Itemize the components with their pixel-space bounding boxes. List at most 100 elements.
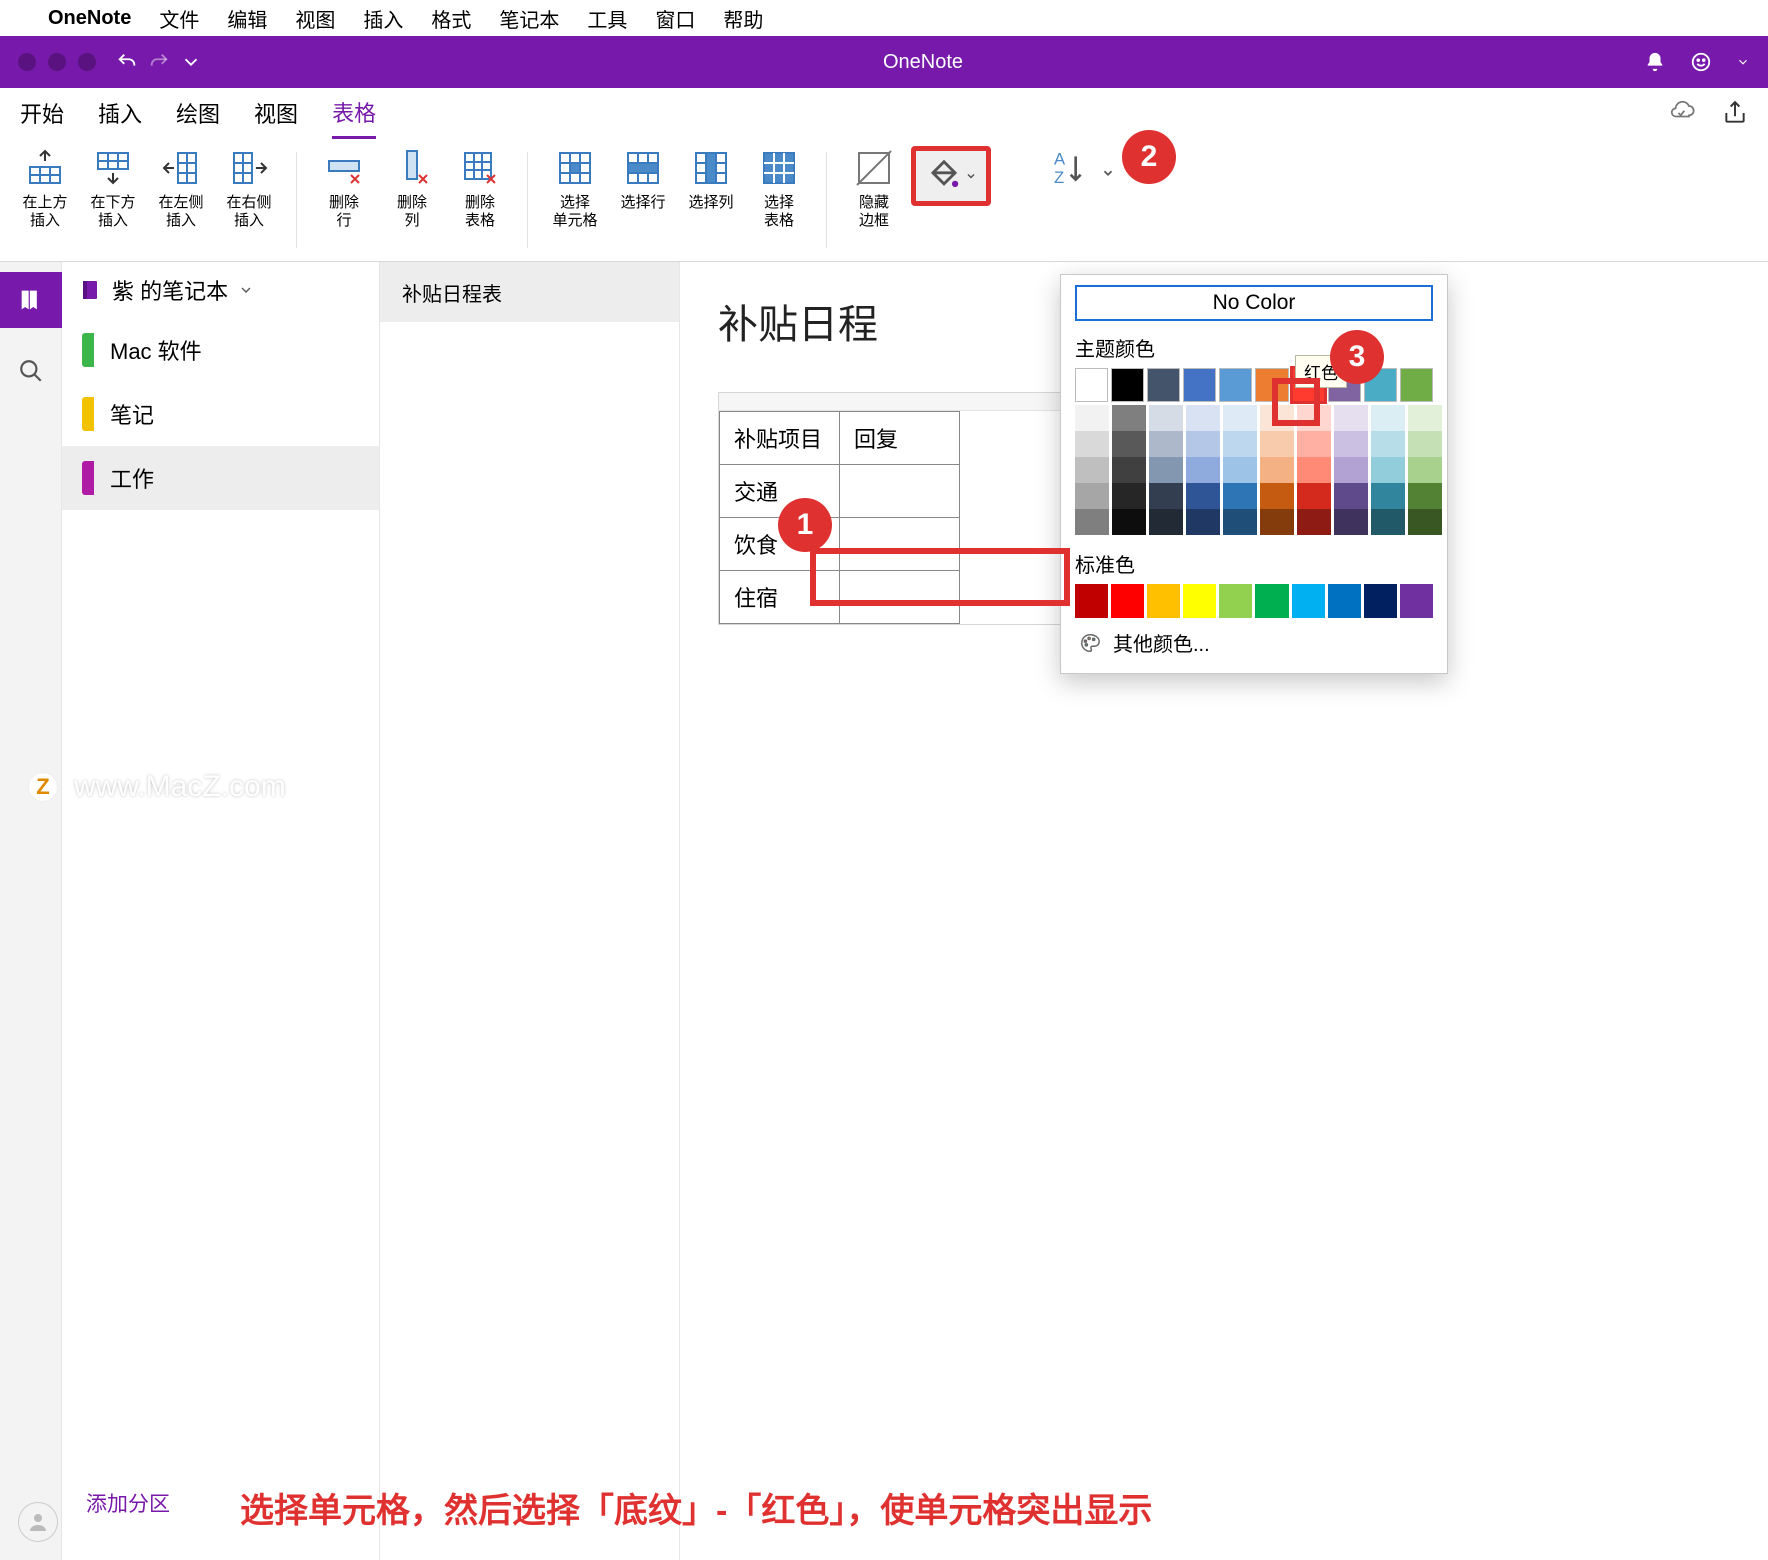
more-colors-button[interactable]: 其他颜色... <box>1075 618 1433 659</box>
color-swatch[interactable] <box>1149 483 1183 509</box>
select-table-button[interactable]: 选择 表格 <box>748 146 810 230</box>
color-swatch[interactable] <box>1186 509 1220 535</box>
color-swatch[interactable] <box>1112 431 1146 457</box>
minimize-window-icon[interactable] <box>48 53 66 71</box>
color-swatch[interactable] <box>1334 509 1368 535</box>
color-swatch[interactable] <box>1186 405 1220 431</box>
cloud-sync-icon[interactable] <box>1668 99 1696 127</box>
menu-view[interactable]: 视图 <box>295 4 335 33</box>
color-swatch[interactable] <box>1223 483 1257 509</box>
color-swatch[interactable] <box>1255 584 1288 618</box>
color-swatch[interactable] <box>1260 431 1294 457</box>
menu-notebook[interactable]: 笔记本 <box>499 4 559 33</box>
tab-insert[interactable]: 插入 <box>98 89 142 137</box>
no-color-button[interactable]: No Color <box>1075 285 1433 321</box>
table-cell[interactable]: 补贴项目 <box>720 412 840 465</box>
color-swatch[interactable] <box>1297 483 1331 509</box>
color-swatch[interactable] <box>1223 457 1257 483</box>
menu-format[interactable]: 格式 <box>431 4 471 33</box>
color-swatch[interactable] <box>1408 509 1442 535</box>
notebooks-icon[interactable] <box>0 272 62 328</box>
color-swatch[interactable] <box>1219 584 1252 618</box>
color-swatch[interactable] <box>1147 368 1180 402</box>
color-swatch[interactable] <box>1075 457 1109 483</box>
insert-row-below-button[interactable]: 在下方 插入 <box>82 146 144 230</box>
tab-table[interactable]: 表格 <box>332 88 376 139</box>
color-swatch[interactable] <box>1075 584 1108 618</box>
tab-home[interactable]: 开始 <box>20 89 64 137</box>
tab-view[interactable]: 视图 <box>254 89 298 137</box>
color-swatch[interactable] <box>1408 431 1442 457</box>
color-swatch[interactable] <box>1147 584 1180 618</box>
color-swatch[interactable] <box>1334 457 1368 483</box>
hide-borders-button[interactable]: 隐藏 边框 <box>843 146 905 230</box>
color-swatch[interactable] <box>1075 483 1109 509</box>
color-swatch[interactable] <box>1297 431 1331 457</box>
color-swatch[interactable] <box>1260 483 1294 509</box>
color-swatch[interactable] <box>1186 431 1220 457</box>
select-col-button[interactable]: 选择列 <box>680 146 742 212</box>
color-swatch[interactable] <box>1334 483 1368 509</box>
zoom-window-icon[interactable] <box>78 53 96 71</box>
color-swatch[interactable] <box>1297 509 1331 535</box>
redo-icon[interactable] <box>148 51 170 73</box>
undo-icon[interactable] <box>116 51 138 73</box>
insert-col-left-button[interactable]: 在左侧 插入 <box>150 146 212 230</box>
color-swatch[interactable] <box>1223 431 1257 457</box>
color-swatch[interactable] <box>1334 431 1368 457</box>
color-swatch[interactable] <box>1149 431 1183 457</box>
color-swatch[interactable] <box>1149 405 1183 431</box>
note-container-header[interactable] <box>719 393 1107 411</box>
color-swatch[interactable] <box>1297 457 1331 483</box>
menu-help[interactable]: 帮助 <box>723 4 763 33</box>
sort-button[interactable]: AZ <box>1043 146 1095 190</box>
color-swatch[interactable] <box>1371 457 1405 483</box>
color-swatch[interactable] <box>1075 405 1109 431</box>
color-swatch[interactable] <box>1260 509 1294 535</box>
color-swatch[interactable] <box>1183 584 1216 618</box>
color-swatch[interactable] <box>1219 368 1252 402</box>
section-item[interactable]: Mac 软件 <box>62 318 379 382</box>
color-swatch[interactable] <box>1400 584 1433 618</box>
menu-edit[interactable]: 编辑 <box>227 4 267 33</box>
table-cell[interactable]: 回复 <box>840 412 960 465</box>
menu-file[interactable]: 文件 <box>159 4 199 33</box>
chevron-down-icon[interactable] <box>1736 51 1750 73</box>
color-swatch[interactable] <box>1149 457 1183 483</box>
color-swatch[interactable] <box>1223 405 1257 431</box>
delete-table-button[interactable]: 删除 表格 <box>449 146 511 230</box>
chevron-down-icon[interactable] <box>1101 166 1115 180</box>
color-swatch[interactable] <box>1183 368 1216 402</box>
share-icon[interactable] <box>1722 100 1748 126</box>
color-swatch[interactable] <box>1371 405 1405 431</box>
color-swatch[interactable] <box>1075 431 1109 457</box>
color-swatch[interactable] <box>1292 584 1325 618</box>
menu-tools[interactable]: 工具 <box>587 4 627 33</box>
user-avatar-icon[interactable] <box>18 1502 58 1542</box>
bell-icon[interactable] <box>1644 51 1666 73</box>
table-cell[interactable] <box>840 465 960 518</box>
qat-customize-icon[interactable] <box>180 51 202 73</box>
close-window-icon[interactable] <box>18 53 36 71</box>
select-cell-button[interactable]: 选择 单元格 <box>544 146 606 230</box>
page-item[interactable]: 补贴日程表 <box>380 262 679 322</box>
color-swatch[interactable] <box>1408 405 1442 431</box>
delete-col-button[interactable]: 删除 列 <box>381 146 443 230</box>
color-swatch[interactable] <box>1111 584 1144 618</box>
color-swatch[interactable] <box>1223 509 1257 535</box>
color-swatch[interactable] <box>1112 483 1146 509</box>
section-item[interactable]: 工作 <box>62 446 379 510</box>
color-swatch[interactable] <box>1371 483 1405 509</box>
color-swatch[interactable] <box>1112 405 1146 431</box>
menu-insert[interactable]: 插入 <box>363 4 403 33</box>
color-swatch[interactable] <box>1334 405 1368 431</box>
color-swatch[interactable] <box>1371 509 1405 535</box>
insert-row-above-button[interactable]: 在上方 插入 <box>14 146 76 230</box>
notebook-header[interactable]: 紫 的笔记本 <box>62 262 379 318</box>
color-swatch[interactable] <box>1364 584 1397 618</box>
color-swatch[interactable] <box>1328 584 1361 618</box>
select-row-button[interactable]: 选择行 <box>612 146 674 212</box>
color-swatch[interactable] <box>1112 509 1146 535</box>
delete-row-button[interactable]: 删除 行 <box>313 146 375 230</box>
search-icon[interactable] <box>14 354 48 388</box>
